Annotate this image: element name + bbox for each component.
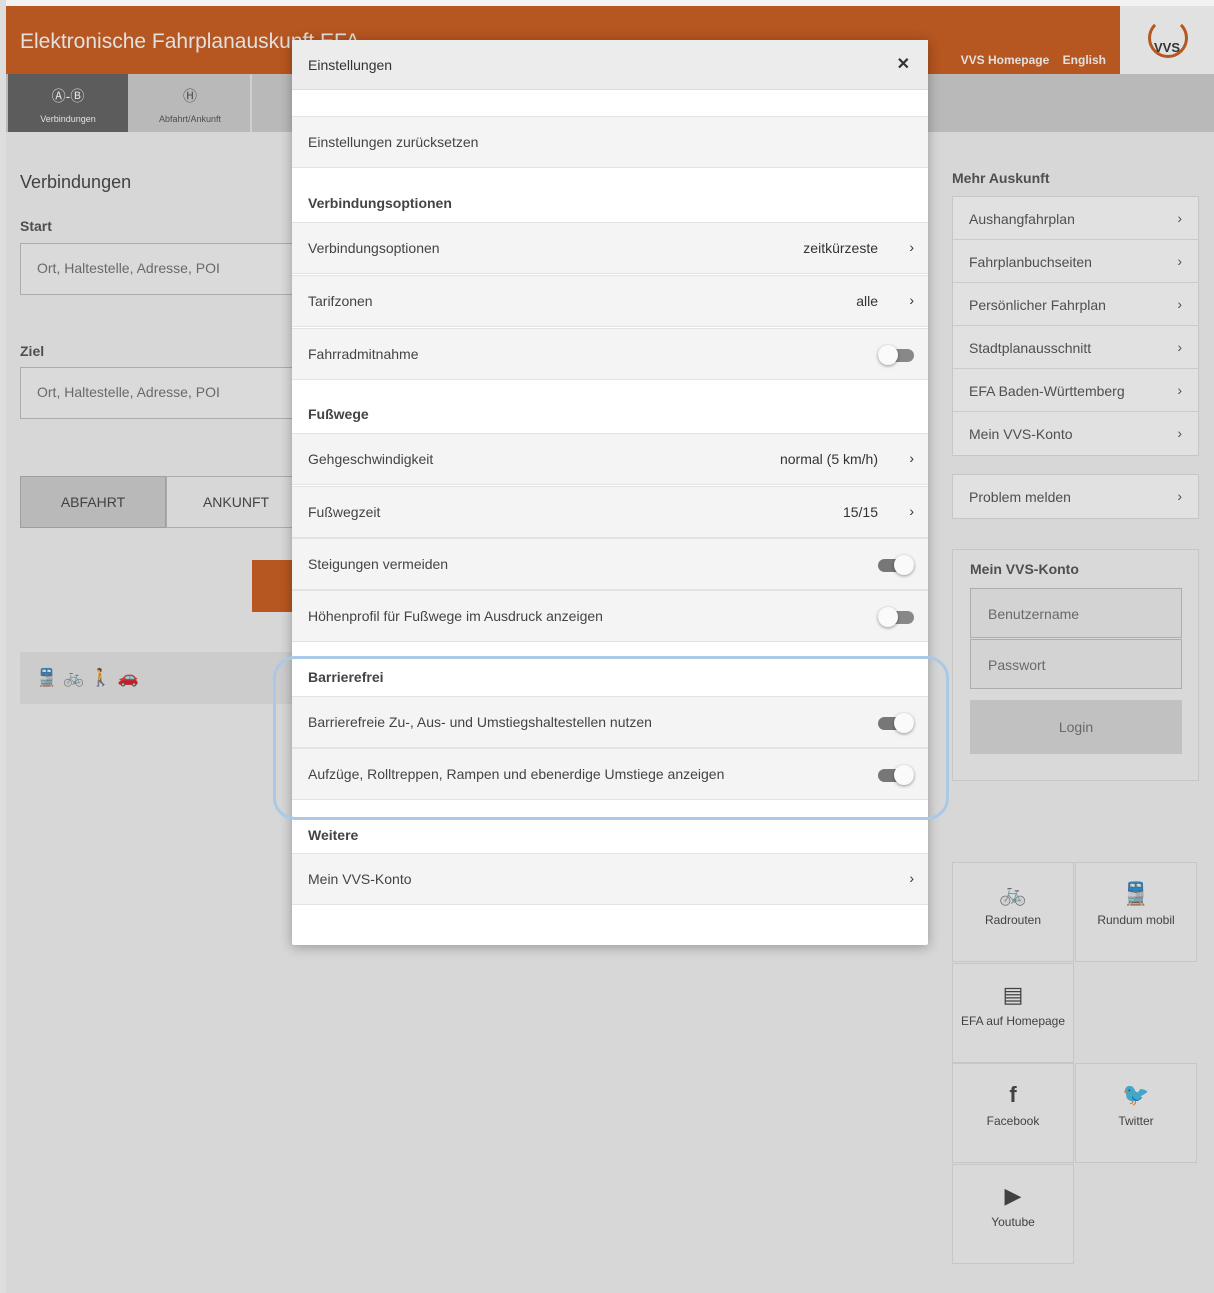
gehgeschwindigkeit-row[interactable]: Gehgeschwindigkeit normal (5 km/h) › [292, 433, 928, 485]
modal-header: Einstellungen ✕ [292, 40, 928, 90]
section-fusswege: Fußwege [308, 406, 369, 422]
chevron-right-icon: › [909, 239, 914, 255]
gehgeschwindigkeit-value: normal (5 km/h) [779, 451, 878, 467]
section-verbindungsoptionen: Verbindungsoptionen [308, 195, 452, 211]
steigungen-toggle[interactable] [878, 555, 914, 575]
fahrradmitnahme-row: Fahrradmitnahme [292, 328, 928, 380]
chevron-right-icon: › [909, 292, 914, 308]
barrierefrei-highlight-frame [273, 656, 949, 820]
fusswegzeit-row[interactable]: Fußwegzeit 15/15 › [292, 486, 928, 538]
tarifzonen-row[interactable]: Tarifzonen alle › [292, 275, 928, 327]
fahrradmitnahme-toggle[interactable] [878, 345, 914, 365]
close-icon[interactable]: ✕ [897, 54, 910, 74]
modal-title: Einstellungen [308, 57, 393, 73]
chevron-right-icon: › [909, 870, 914, 886]
verbindungsoptionen-value: zeitkürzeste [803, 240, 878, 256]
verbindungsoptionen-row[interactable]: Verbindungsoptionen zeitkürzeste › [292, 222, 928, 274]
chevron-right-icon: › [909, 503, 914, 519]
hoehenprofil-toggle[interactable] [878, 607, 914, 627]
steigungen-row: Steigungen vermeiden [292, 538, 928, 590]
section-weitere: Weitere [308, 827, 359, 843]
chevron-right-icon: › [909, 450, 914, 466]
hoehenprofil-row: Höhenprofil für Fußwege im Ausdruck anze… [292, 590, 928, 642]
mein-vvs-konto-row[interactable]: Mein VVS-Konto › [292, 853, 928, 905]
reset-settings-row[interactable]: Einstellungen zurücksetzen [292, 116, 928, 168]
fusswegzeit-value: 15/15 [842, 504, 878, 520]
tarifzonen-value: alle [856, 293, 878, 309]
